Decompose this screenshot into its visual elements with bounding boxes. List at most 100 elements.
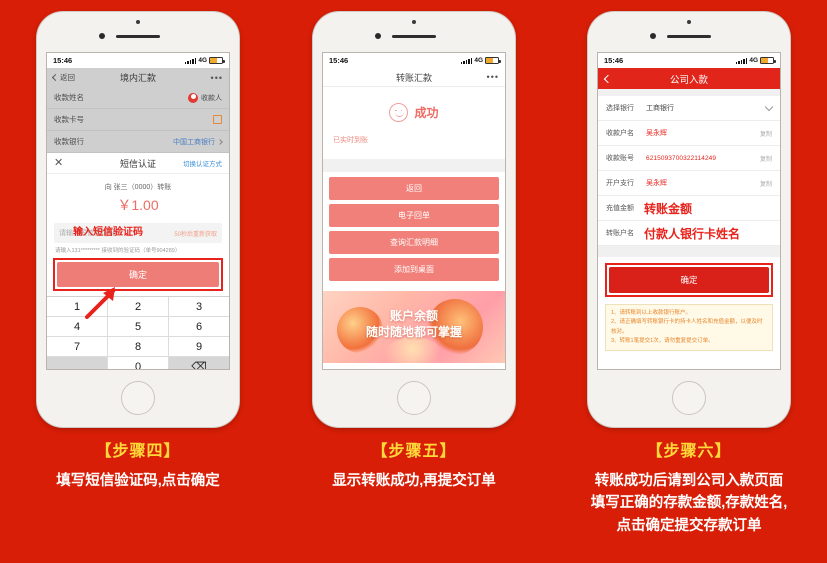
note-line-2: 2、请正确填写转账银行卡的持卡人姓名和充值金额，以便及时核对。 bbox=[611, 319, 763, 335]
row-value: 6215093700322114249 bbox=[646, 154, 717, 162]
row-branch: 开户支行 吴永辉 复制 bbox=[598, 171, 780, 196]
promo-line-1: 账户余额 bbox=[389, 309, 438, 323]
signal-icon-1 bbox=[184, 57, 197, 64]
back-button-2[interactable]: 返回 bbox=[329, 177, 499, 200]
scan-icon[interactable] bbox=[213, 115, 222, 124]
note-line-3: 3、转账1笔提交1次，请勿重复提交订单。 bbox=[611, 338, 714, 345]
network-label-2: 4G bbox=[474, 57, 483, 64]
row-label: 收款姓名 bbox=[54, 93, 84, 102]
row-payee-account: 收款账号 6215093700322114249 复制 bbox=[598, 146, 780, 171]
phone-mockup-1: 15:46 4G 返回 境内汇款 ••• 收款姓名 收款人 收款卡号 收款银行 … bbox=[37, 12, 239, 427]
form-row-bank[interactable]: 收款银行 中国工商银行 bbox=[47, 131, 229, 153]
phone-top-bezel-2 bbox=[313, 12, 515, 52]
phone-screen-3: 15:46 4G 公司入款 选择银行 工商银行 收款户名 吴永辉 复制 收款账号… bbox=[597, 52, 781, 370]
status-time-1: 15:46 bbox=[53, 56, 73, 65]
form-row-payee-name[interactable]: 收款姓名 收款人 bbox=[47, 87, 229, 109]
section-divider-3a bbox=[598, 89, 780, 96]
annotation-payer-card-name: 付款人银行卡姓名 bbox=[644, 226, 741, 241]
confirm-button-3[interactable]: 确定 bbox=[609, 267, 769, 293]
add-to-desktop-button[interactable]: 添加到桌面 bbox=[329, 258, 499, 281]
row-label: 收款账号 bbox=[606, 155, 634, 162]
home-button-3[interactable] bbox=[672, 381, 706, 415]
copy-button[interactable]: 复制 bbox=[760, 129, 772, 138]
row-value: 收款人 bbox=[201, 94, 222, 102]
confirm-highlight-box-1: 确定 bbox=[53, 258, 223, 291]
smiley-face-icon bbox=[389, 103, 409, 122]
signal-icon-3 bbox=[735, 57, 748, 64]
row-payee-name: 收款户名 吴永辉 复制 bbox=[598, 121, 780, 146]
signal-icon-2 bbox=[460, 57, 473, 64]
resend-code-button[interactable]: 50秒后重新获取 bbox=[174, 229, 217, 238]
back-button-3[interactable] bbox=[603, 74, 613, 83]
home-button-2[interactable] bbox=[397, 381, 431, 415]
row-label: 选择银行 bbox=[606, 105, 634, 112]
status-time-3: 15:46 bbox=[604, 56, 624, 65]
step-label-4: 【步骤四】 bbox=[95, 443, 181, 460]
row-label: 开户支行 bbox=[606, 180, 634, 187]
key-4[interactable]: 4 bbox=[47, 317, 108, 337]
more-icon-2[interactable]: ••• bbox=[487, 72, 499, 82]
phone-top-bezel-3 bbox=[588, 12, 790, 52]
caption-line: 显示转账成功,再提交订单 bbox=[332, 473, 496, 489]
status-time-2: 15:46 bbox=[329, 56, 349, 65]
key-0[interactable]: 0 bbox=[108, 357, 169, 369]
success-subtitle: 已实时到账 bbox=[333, 137, 368, 144]
caption-line: 点击确定提交存款订单 bbox=[616, 517, 762, 534]
chevron-down-icon bbox=[764, 102, 774, 111]
key-6[interactable]: 6 bbox=[169, 317, 229, 337]
caption-line: 填写正确的存款金额,存款姓名, bbox=[590, 495, 788, 512]
e-receipt-button[interactable]: 电子回单 bbox=[329, 204, 499, 227]
phone-mockup-2: 15:46 4G 转账汇款 ••• 成功 已实时到账 返回 电子回单 查询汇款明… bbox=[313, 12, 515, 427]
key-7[interactable]: 7 bbox=[47, 337, 108, 357]
row-label: 收款卡号 bbox=[54, 115, 84, 124]
phone-top-bezel-1 bbox=[37, 12, 239, 52]
page-title-3: 公司入款 bbox=[669, 74, 708, 86]
query-remittance-details-button[interactable]: 查询汇款明细 bbox=[329, 231, 499, 254]
home-button-1[interactable] bbox=[121, 381, 155, 415]
front-camera-dot-icon bbox=[136, 20, 140, 24]
more-icon-1[interactable]: ••• bbox=[211, 73, 223, 83]
promo-banner[interactable]: 账户余额 随时随地都可掌握 bbox=[323, 291, 505, 363]
confirm-button-1[interactable]: 确定 bbox=[57, 262, 219, 287]
phone-screen-1: 15:46 4G 返回 境内汇款 ••• 收款姓名 收款人 收款卡号 收款银行 … bbox=[46, 52, 230, 370]
phone-bottom-bezel-3 bbox=[588, 370, 790, 427]
form-row-card-number[interactable]: 收款卡号 bbox=[47, 109, 229, 131]
caption-lines: 转账成功后请到公司入款页面 填写正确的存款金额,存款姓名, 点击确定提交存款订单 bbox=[551, 470, 827, 537]
phone-mockup-3: 15:46 4G 公司入款 选择银行 工商银行 收款户名 吴永辉 复制 收款账号… bbox=[588, 12, 790, 427]
sms-code-wrapper: 请输入短信验证码 50秒后重新获取 输入短信验证码 bbox=[47, 223, 229, 243]
success-action-list: 返回 电子回单 查询汇款明细 添加到桌面 bbox=[323, 172, 505, 291]
network-label-3: 4G bbox=[749, 57, 758, 64]
step-column-5: 15:46 4G 转账汇款 ••• 成功 已实时到账 返回 电子回单 查询汇款明… bbox=[276, 0, 552, 563]
copy-button[interactable]: 复制 bbox=[760, 179, 772, 188]
battery-icon-3 bbox=[760, 57, 776, 64]
key-blank bbox=[47, 357, 108, 369]
key-3[interactable]: 3 bbox=[169, 297, 229, 317]
row-value: 吴永辉 bbox=[646, 180, 667, 187]
success-title: 成功 bbox=[414, 106, 439, 120]
switch-auth-link[interactable]: 切换认证方式 bbox=[183, 158, 222, 168]
battery-icon-1 bbox=[209, 57, 225, 64]
nav-bar-2: 转账汇款 ••• bbox=[323, 68, 505, 87]
step-label-5: 【步骤五】 bbox=[371, 443, 457, 460]
row-label: 充值金额 bbox=[606, 205, 634, 212]
section-divider-3b bbox=[598, 246, 780, 257]
row-deposit-amount[interactable]: 充值金额 转账金额 bbox=[598, 196, 780, 221]
sensor-icon bbox=[375, 33, 381, 39]
row-payer-name[interactable]: 转账户名 付款人银行卡姓名 bbox=[598, 221, 780, 246]
page-title-2: 转账汇款 bbox=[395, 72, 432, 83]
instruction-notes: 1、请转账到以上收款银行账户。 2、请正确填写转账银行卡的持卡人姓名和充值金额，… bbox=[605, 304, 773, 352]
step-column-4: 15:46 4G 返回 境内汇款 ••• 收款姓名 收款人 收款卡号 收款银行 … bbox=[0, 0, 276, 563]
poster-stage: 15:46 4G 返回 境内汇款 ••• 收款姓名 收款人 收款卡号 收款银行 … bbox=[0, 0, 827, 563]
backspace-icon[interactable]: ⌫ bbox=[169, 357, 229, 369]
row-label: 收款户名 bbox=[606, 130, 634, 137]
avatar-icon bbox=[188, 92, 198, 103]
key-9[interactable]: 9 bbox=[169, 337, 229, 357]
earpiece-speaker-icon bbox=[392, 35, 436, 38]
key-5[interactable]: 5 bbox=[108, 317, 169, 337]
row-select-bank[interactable]: 选择银行 工商银行 bbox=[598, 96, 780, 121]
sensor-icon bbox=[650, 33, 656, 39]
copy-button[interactable]: 复制 bbox=[760, 154, 772, 163]
success-row: 成功 bbox=[323, 103, 505, 122]
chevron-right-icon bbox=[217, 138, 223, 145]
key-8[interactable]: 8 bbox=[108, 337, 169, 357]
